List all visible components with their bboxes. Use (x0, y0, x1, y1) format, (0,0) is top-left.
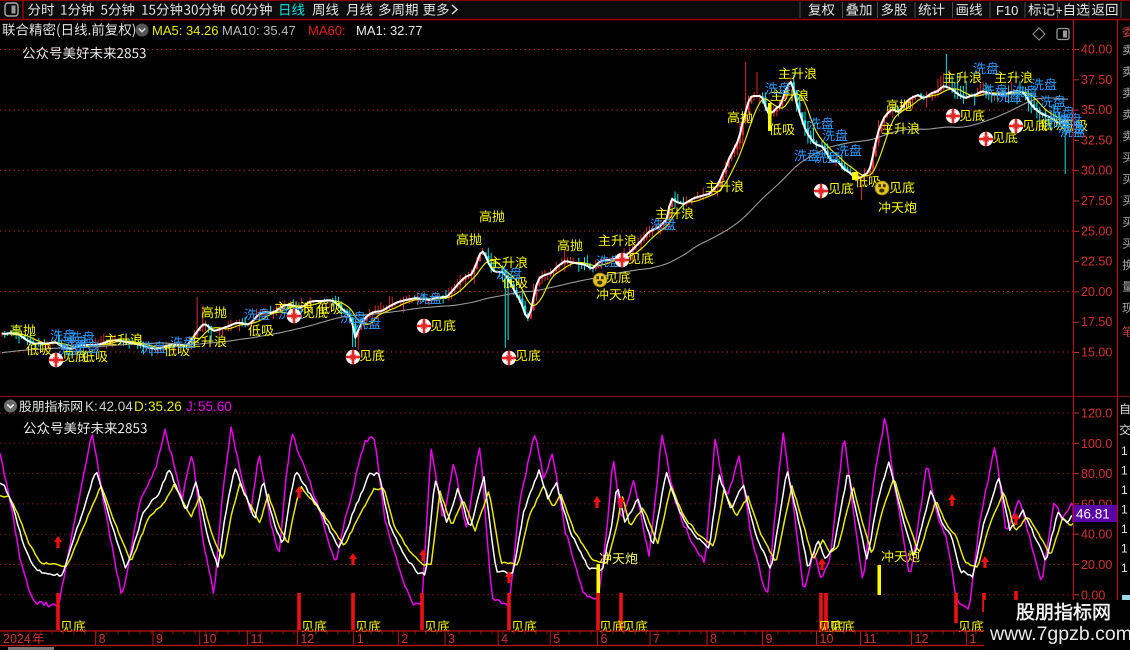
svg-text:32.50: 32.50 (1081, 133, 1112, 147)
svg-text:1: 1 (1121, 561, 1128, 575)
svg-text:35.26: 35.26 (148, 399, 182, 414)
svg-text:1: 1 (970, 632, 977, 646)
svg-text:J:: J: (186, 399, 197, 414)
svg-text:10: 10 (203, 632, 217, 646)
svg-text:3: 3 (448, 632, 455, 646)
svg-text:MA10: 35.47: MA10: 35.47 (222, 23, 296, 38)
svg-text:22.50: 22.50 (1081, 255, 1112, 269)
svg-text:5: 5 (553, 632, 560, 646)
svg-text:40.00: 40.00 (1081, 43, 1112, 57)
svg-text:D:: D: (134, 399, 148, 414)
svg-text:12: 12 (300, 632, 314, 646)
svg-text:1: 1 (1121, 522, 1128, 536)
svg-text:20.00: 20.00 (1081, 285, 1112, 299)
svg-text:1: 1 (1121, 464, 1128, 478)
svg-text:30.00: 30.00 (1081, 164, 1112, 178)
svg-text:100.0: 100.0 (1081, 437, 1112, 451)
svg-text:120.0: 120.0 (1081, 407, 1112, 421)
svg-text:MA1: 32.77: MA1: 32.77 (356, 23, 423, 38)
svg-text:MA60:: MA60: (308, 23, 346, 38)
svg-text:F10: F10 (996, 3, 1018, 18)
svg-text:1: 1 (1121, 483, 1128, 497)
svg-text:1: 1 (1121, 444, 1128, 458)
svg-text:8: 8 (710, 632, 717, 646)
svg-text:35.00: 35.00 (1081, 103, 1112, 117)
svg-text:17.50: 17.50 (1081, 315, 1112, 329)
svg-text:15.00: 15.00 (1081, 346, 1112, 360)
svg-text:37.50: 37.50 (1081, 73, 1112, 87)
svg-text:20.00: 20.00 (1081, 558, 1112, 572)
svg-text:11: 11 (864, 632, 877, 646)
svg-text:55.60: 55.60 (198, 399, 232, 414)
svg-text:MA5: 34.26: MA5: 34.26 (152, 23, 219, 38)
svg-text:8: 8 (99, 632, 106, 646)
svg-text:46.81: 46.81 (1076, 507, 1110, 522)
svg-text:4: 4 (501, 632, 508, 646)
svg-text:1: 1 (1121, 503, 1128, 517)
svg-text:www.7gpzb.com: www.7gpzb.com (989, 623, 1130, 645)
svg-text:25.00: 25.00 (1081, 224, 1112, 238)
svg-text:80.00: 80.00 (1081, 467, 1112, 481)
svg-text:+: + (1056, 4, 1063, 18)
svg-text:40.00: 40.00 (1081, 528, 1112, 542)
svg-text:2: 2 (401, 632, 408, 646)
svg-text:2024: 2024 (3, 632, 31, 646)
svg-text:27.50: 27.50 (1081, 194, 1112, 208)
svg-text:1: 1 (1121, 542, 1128, 556)
svg-text:42.04: 42.04 (99, 399, 133, 414)
svg-text:K:: K: (85, 399, 98, 414)
svg-text:11: 11 (251, 632, 264, 646)
